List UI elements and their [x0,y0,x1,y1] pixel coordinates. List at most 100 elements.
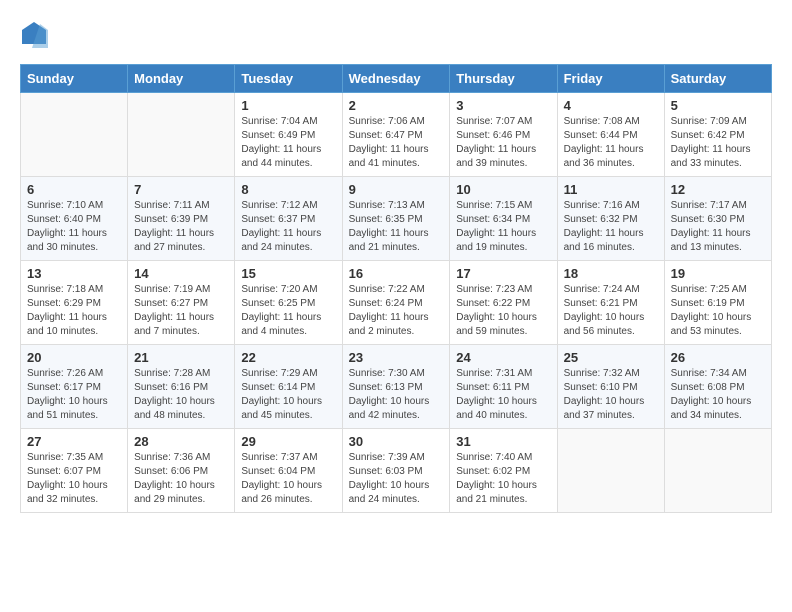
calendar-cell: 15Sunrise: 7:20 AMSunset: 6:25 PMDayligh… [235,261,342,345]
day-number: 20 [27,350,121,365]
day-number: 4 [564,98,658,113]
calendar-cell: 24 Sunrise: 7:31 AMSunset: 6:11 PMDayligh… [450,345,557,429]
day-info: Sunrise: 7:39 AMSunset: 6:03 PMDaylight:… [349,451,444,507]
weekday-header: Friday [557,65,664,93]
calendar-cell: 19Sunrise: 7:25 AMSunset: 6:19 PMDayligh… [664,261,771,345]
day-info: Sunrise: 7:29 AMSunset: 6:14 PMDaylight:… [241,367,335,423]
day-info: Sunrise: 7:40 AMSunset: 6:02 PMDaylight:… [456,451,550,507]
day-info: Sunrise: 7:04 AMSunset: 6:49 PMDaylight:… [241,115,335,171]
calendar-table: SundayMondayTuesdayWednesdayThursdayFrid… [20,64,772,513]
main-container: SundayMondayTuesdayWednesdayThursdayFrid… [0,0,792,523]
header [20,20,772,48]
day-info: Sunrise: 7:10 AMSunset: 6:40 PMDaylight:… [27,199,121,255]
calendar-cell: 28Sunrise: 7:36 AMSunset: 6:06 PMDayligh… [128,429,235,513]
calendar-week-row: 27Sunrise: 7:35 AMSunset: 6:07 PMDayligh… [21,429,772,513]
calendar-week-row: 20 Sunrise: 7:26 AMSunset: 6:17 PMDayligh… [21,345,772,429]
day-info: Sunrise: 7:06 AMSunset: 6:47 PMDaylight:… [349,115,444,171]
day-info: Sunrise: 7:07 AMSunset: 6:46 PMDaylight:… [456,115,550,171]
calendar-cell [128,93,235,177]
calendar-cell: 13 Sunrise: 7:18 AMSunset: 6:29 PMDayligh… [21,261,128,345]
calendar-cell [557,429,664,513]
day-info: Sunrise: 7:24 AMSunset: 6:21 PMDaylight:… [564,283,658,339]
day-number: 13 [27,266,121,281]
calendar-cell [664,429,771,513]
day-info: Sunrise: 7:15 AMSunset: 6:34 PMDaylight:… [456,199,550,255]
calendar-cell: 27Sunrise: 7:35 AMSunset: 6:07 PMDayligh… [21,429,128,513]
day-info: Sunrise: 7:31 AMSunset: 6:11 PMDaylight:… [456,367,550,423]
calendar-cell: 26 Sunrise: 7:34 AMSunset: 6:08 PMDayligh… [664,345,771,429]
day-number: 22 [241,350,335,365]
day-number: 10 [456,182,550,197]
day-info: Sunrise: 7:12 AMSunset: 6:37 PMDaylight:… [241,199,335,255]
calendar-cell: 3 Sunrise: 7:07 AMSunset: 6:46 PMDaylight… [450,93,557,177]
day-info: Sunrise: 7:36 AMSunset: 6:06 PMDaylight:… [134,451,228,507]
day-info: Sunrise: 7:13 AMSunset: 6:35 PMDaylight:… [349,199,444,255]
weekday-header: Saturday [664,65,771,93]
day-number: 5 [671,98,765,113]
calendar-cell: 12 Sunrise: 7:17 AMSunset: 6:30 PMDayligh… [664,177,771,261]
calendar-cell: 31 Sunrise: 7:40 AMSunset: 6:02 PMDayligh… [450,429,557,513]
calendar-cell: 14 Sunrise: 7:19 AMSunset: 6:27 PMDayligh… [128,261,235,345]
day-info: Sunrise: 7:19 AMSunset: 6:27 PMDaylight:… [134,283,228,339]
calendar-cell: 29 Sunrise: 7:37 AMSunset: 6:04 PMDayligh… [235,429,342,513]
day-info: Sunrise: 7:30 AMSunset: 6:13 PMDaylight:… [349,367,444,423]
day-number: 8 [241,182,335,197]
calendar-cell: 18 Sunrise: 7:24 AMSunset: 6:21 PMDayligh… [557,261,664,345]
calendar-cell: 2Sunrise: 7:06 AMSunset: 6:47 PMDaylight… [342,93,450,177]
day-info: Sunrise: 7:26 AMSunset: 6:17 PMDaylight:… [27,367,121,423]
weekday-header: Monday [128,65,235,93]
day-number: 31 [456,434,550,449]
calendar-cell: 1 Sunrise: 7:04 AMSunset: 6:49 PMDaylight… [235,93,342,177]
calendar-cell: 23 Sunrise: 7:30 AMSunset: 6:13 PMDayligh… [342,345,450,429]
calendar-week-row: 13 Sunrise: 7:18 AMSunset: 6:29 PMDayligh… [21,261,772,345]
day-info: Sunrise: 7:34 AMSunset: 6:08 PMDaylight:… [671,367,765,423]
day-number: 19 [671,266,765,281]
day-number: 11 [564,182,658,197]
weekday-header: Tuesday [235,65,342,93]
calendar-cell: 30 Sunrise: 7:39 AMSunset: 6:03 PMDayligh… [342,429,450,513]
day-info: Sunrise: 7:28 AMSunset: 6:16 PMDaylight:… [134,367,228,423]
day-number: 30 [349,434,444,449]
day-number: 25 [564,350,658,365]
day-info: Sunrise: 7:23 AMSunset: 6:22 PMDaylight:… [456,283,550,339]
calendar-cell: 9 Sunrise: 7:13 AMSunset: 6:35 PMDaylight… [342,177,450,261]
calendar-week-row: 1 Sunrise: 7:04 AMSunset: 6:49 PMDaylight… [21,93,772,177]
day-number: 29 [241,434,335,449]
day-info: Sunrise: 7:11 AMSunset: 6:39 PMDaylight:… [134,199,228,255]
calendar-cell: 6 Sunrise: 7:10 AMSunset: 6:40 PMDaylight… [21,177,128,261]
day-number: 17 [456,266,550,281]
weekday-header: Thursday [450,65,557,93]
calendar-cell: 25Sunrise: 7:32 AMSunset: 6:10 PMDayligh… [557,345,664,429]
day-info: Sunrise: 7:18 AMSunset: 6:29 PMDaylight:… [27,283,121,339]
calendar-cell [21,93,128,177]
weekday-header-row: SundayMondayTuesdayWednesdayThursdayFrid… [21,65,772,93]
calendar-cell: 5Sunrise: 7:09 AMSunset: 6:42 PMDaylight… [664,93,771,177]
calendar-cell: 11 Sunrise: 7:16 AMSunset: 6:32 PMDayligh… [557,177,664,261]
day-info: Sunrise: 7:37 AMSunset: 6:04 PMDaylight:… [241,451,335,507]
day-number: 3 [456,98,550,113]
calendar-cell: 21Sunrise: 7:28 AMSunset: 6:16 PMDayligh… [128,345,235,429]
day-number: 26 [671,350,765,365]
day-info: Sunrise: 7:20 AMSunset: 6:25 PMDaylight:… [241,283,335,339]
logo-icon [20,20,48,48]
calendar-cell: 16Sunrise: 7:22 AMSunset: 6:24 PMDayligh… [342,261,450,345]
calendar-cell: 10 Sunrise: 7:15 AMSunset: 6:34 PMDayligh… [450,177,557,261]
weekday-header: Sunday [21,65,128,93]
logo [20,20,52,48]
calendar-cell: 8 Sunrise: 7:12 AMSunset: 6:37 PMDaylight… [235,177,342,261]
day-number: 23 [349,350,444,365]
calendar-cell: 22 Sunrise: 7:29 AMSunset: 6:14 PMDayligh… [235,345,342,429]
day-info: Sunrise: 7:17 AMSunset: 6:30 PMDaylight:… [671,199,765,255]
day-number: 24 [456,350,550,365]
day-info: Sunrise: 7:35 AMSunset: 6:07 PMDaylight:… [27,451,121,507]
calendar-cell: 4Sunrise: 7:08 AMSunset: 6:44 PMDaylight… [557,93,664,177]
day-number: 9 [349,182,444,197]
calendar-cell: 7Sunrise: 7:11 AMSunset: 6:39 PMDaylight… [128,177,235,261]
day-number: 18 [564,266,658,281]
day-number: 6 [27,182,121,197]
day-number: 12 [671,182,765,197]
calendar-cell: 20 Sunrise: 7:26 AMSunset: 6:17 PMDayligh… [21,345,128,429]
day-info: Sunrise: 7:16 AMSunset: 6:32 PMDaylight:… [564,199,658,255]
day-number: 14 [134,266,228,281]
day-number: 1 [241,98,335,113]
